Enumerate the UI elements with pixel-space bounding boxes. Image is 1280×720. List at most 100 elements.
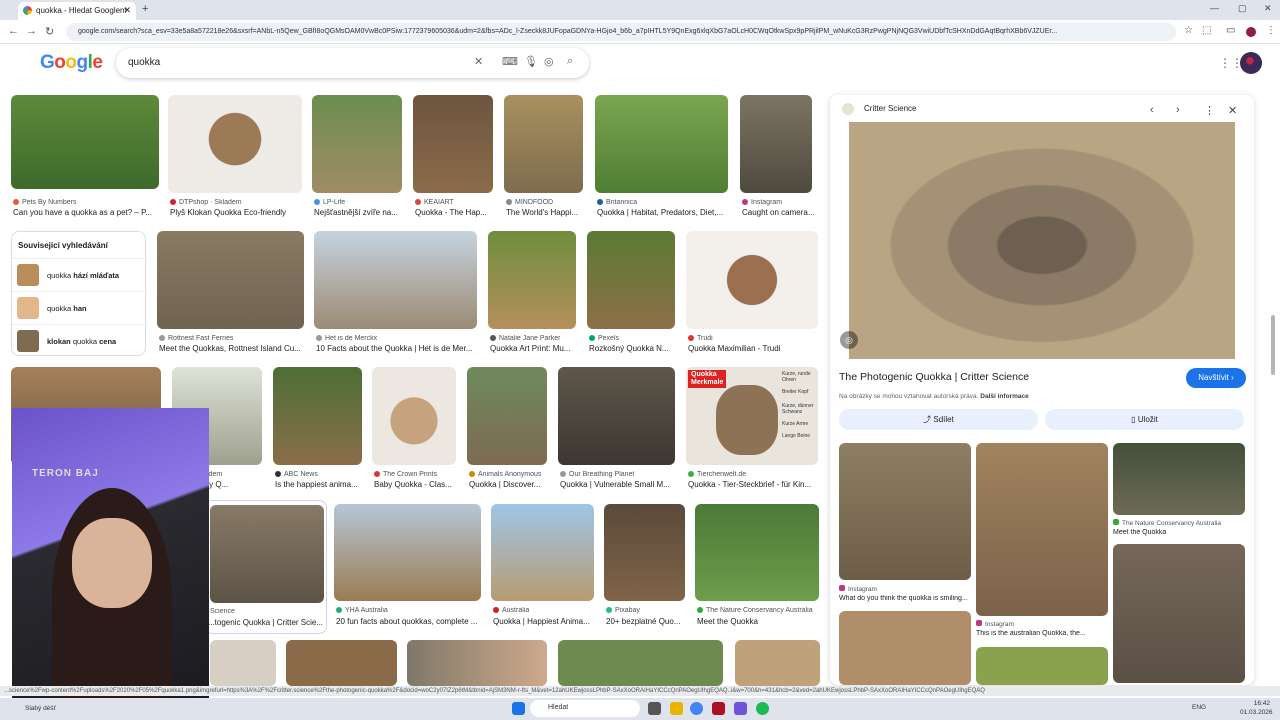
bookmark-star-icon[interactable]: ☆ <box>1184 25 1193 36</box>
result-title: Meet the Quokkas, Rottnest Island Cu... <box>159 344 301 353</box>
image-result[interactable]: Het is de Merckx 10 Facts about the Quok… <box>314 231 479 356</box>
lens-icon[interactable]: ◎ <box>544 55 554 68</box>
sidebar-icon[interactable]: ▭ <box>1226 25 1235 36</box>
related-image[interactable]: The Nature Conservancy Australia Meet th… <box>1113 443 1246 685</box>
microphone-icon[interactable]: 🎙 <box>524 55 538 68</box>
close-panel-icon[interactable]: ✕ <box>1228 104 1237 117</box>
search-input[interactable]: quokka ✕ ⌨ 🎙 ◎ ⌕ <box>116 48 589 78</box>
image-result[interactable]: Natalie Jane Parker Quokka Art Print: Mu… <box>488 231 578 356</box>
reload-icon[interactable]: ↻ <box>45 25 54 38</box>
related-item[interactable]: klokan quokka cena <box>12 324 147 356</box>
search-icon[interactable]: ⌕ <box>567 55 573 68</box>
related-item[interactable]: quokka hází mláďata <box>12 258 147 290</box>
more-options-icon[interactable]: ⋮ <box>1204 104 1215 117</box>
keyboard-icon[interactable]: ⌨ <box>502 55 518 68</box>
weather-text[interactable]: Slabý déšť <box>25 705 56 712</box>
image-result[interactable]: Australia Quokka | Happiest Anima... <box>491 504 595 629</box>
image-result[interactable]: Our Breathing Planet Quokka | Vulnerable… <box>558 367 678 492</box>
previous-icon[interactable]: ‹ <box>1150 104 1154 116</box>
result-title: Nejšťastnější zvíře na... <box>314 208 398 217</box>
spotify-icon[interactable] <box>756 702 769 715</box>
image-result[interactable] <box>407 640 547 686</box>
image-result[interactable] <box>558 640 723 686</box>
result-title: Quokka Maximilian - Trudi <box>688 344 781 353</box>
image-result[interactable]: Rottnest Fast Ferries Meet the Quokkas, … <box>157 231 305 356</box>
related-image[interactable]: Instagram This is the australian Quokka,… <box>976 443 1109 685</box>
image-result[interactable]: Instagram Caught on camera... <box>740 95 820 220</box>
related-image[interactable]: Instagram What do you think the quokka i… <box>839 443 972 685</box>
close-window-icon[interactable]: ✕ <box>1264 3 1272 14</box>
quokka-illustration <box>716 385 778 455</box>
save-button[interactable]: ▯ Uložit <box>1045 409 1244 430</box>
image-result[interactable]: Pexels Rozkošný Quokka N... <box>587 231 677 356</box>
image-result[interactable]: The Nature Conservancy Australia Meet th… <box>695 504 820 629</box>
share-button[interactable]: ⤴ Sdílet <box>839 409 1038 430</box>
profile-icon[interactable] <box>1246 27 1256 37</box>
extensions-icon[interactable]: ⬚ <box>1202 25 1211 36</box>
image-result[interactable] <box>286 640 397 686</box>
share-icon: ⤴ <box>923 415 932 424</box>
related-item[interactable]: quokka han <box>12 291 147 323</box>
image-result[interactable]: The Crown Prints Baby Quokka - Clas... <box>372 367 458 492</box>
image-result[interactable]: Quokka Merkmale Kurze, runde Ohren Breit… <box>686 367 820 492</box>
result-title: Quokka - The Hap... <box>415 208 487 217</box>
app-icon[interactable] <box>712 702 725 715</box>
image-result[interactable]: Animals Anonymous Quokka | Discover... <box>467 367 549 492</box>
maximize-icon[interactable]: ▢ <box>1238 3 1247 14</box>
task-view-icon[interactable] <box>648 702 661 715</box>
menu-icon[interactable]: ⋮ <box>1266 25 1276 36</box>
result-title: Plyš Klokan Quokka Eco-friendly <box>170 208 287 217</box>
next-icon[interactable]: › <box>1176 104 1180 116</box>
image-result[interactable]: YHA Australia 20 fun facts about quokkas… <box>334 504 482 629</box>
chrome-icon[interactable] <box>690 702 703 715</box>
result-source: Instagram <box>985 621 1014 628</box>
account-avatar[interactable] <box>1240 52 1262 74</box>
result-title: Rozkošný Quokka N... <box>589 344 669 353</box>
new-tab-icon[interactable]: + <box>142 3 148 15</box>
image-result-selected[interactable]: Science ...togenic Quokka | Critter Scie… <box>205 500 327 634</box>
file-explorer-icon[interactable] <box>670 702 683 715</box>
close-tab-icon[interactable]: ✕ <box>123 5 131 16</box>
result-source: KEAIART <box>424 199 454 206</box>
google-logo[interactable]: Google <box>40 52 103 74</box>
related-thumbnail <box>17 264 39 286</box>
result-source: ABC News <box>284 471 318 478</box>
result-source: Our Breathing Planet <box>569 471 635 478</box>
image-result[interactable]: DTPshop · Skladem Plyš Klokan Quokka Eco… <box>168 95 303 220</box>
clock-time[interactable]: 16:42 <box>1240 700 1270 707</box>
result-title: Quokka | Discover... <box>469 480 541 489</box>
browser-tab[interactable]: quokka - Hledat Googlem ✕ <box>18 2 136 20</box>
clear-icon[interactable]: ✕ <box>474 55 483 68</box>
taskbar-search[interactable]: Hledat <box>530 700 640 717</box>
language-indicator[interactable]: ENG <box>1192 704 1206 711</box>
result-title: Meet the Quokka <box>697 617 758 626</box>
image-result[interactable]: LP-Life Nejšťastnější zvíře na... <box>312 95 404 220</box>
image-result[interactable]: ABC News Is the happiest anima... <box>273 367 363 492</box>
start-icon[interactable] <box>512 702 525 715</box>
image-result[interactable]: Trudi Quokka Maximilian - Trudi <box>686 231 820 356</box>
image-result[interactable]: Britannica Quokka | Habitat, Predators, … <box>595 95 735 220</box>
more-info-link[interactable]: Další informace <box>980 393 1028 400</box>
result-title: 20 fun facts about quokkas, complete ... <box>336 617 478 626</box>
image-result[interactable]: MINDFOOD The World's Happi... <box>504 95 586 220</box>
preview-title[interactable]: The Photogenic Quokka | Critter Science <box>839 371 1029 383</box>
image-result[interactable]: KEAIART Quokka - The Hap... <box>413 95 495 220</box>
image-result[interactable] <box>735 640 820 686</box>
result-title: Baby Quokka - Clas... <box>374 480 452 489</box>
image-result[interactable]: Pixabay 20+ bezplatné Quo... <box>604 504 686 629</box>
preview-image[interactable] <box>849 122 1235 359</box>
scrollbar-thumb[interactable] <box>1271 315 1275 375</box>
url-field[interactable]: google.com/search?sca_esv=33e5a8a572218e… <box>66 23 1176 41</box>
lens-search-icon[interactable]: ◎ <box>840 331 858 349</box>
minimize-icon[interactable]: — <box>1210 3 1219 13</box>
panel-site-name[interactable]: Critter Science <box>864 104 916 113</box>
forward-icon[interactable]: → <box>26 25 37 37</box>
bookmark-icon: ▯ <box>1131 415 1136 424</box>
obs-icon[interactable] <box>734 702 747 715</box>
back-icon[interactable]: ← <box>8 25 19 37</box>
image-result[interactable]: Pets By Numbers Can you have a quokka as… <box>11 95 159 220</box>
visit-button[interactable]: Navštívit › <box>1186 368 1246 388</box>
image-result[interactable] <box>210 640 276 686</box>
clock-date[interactable]: 01.03.2026 <box>1240 709 1273 716</box>
result-source: Natalie Jane Parker <box>499 335 561 342</box>
